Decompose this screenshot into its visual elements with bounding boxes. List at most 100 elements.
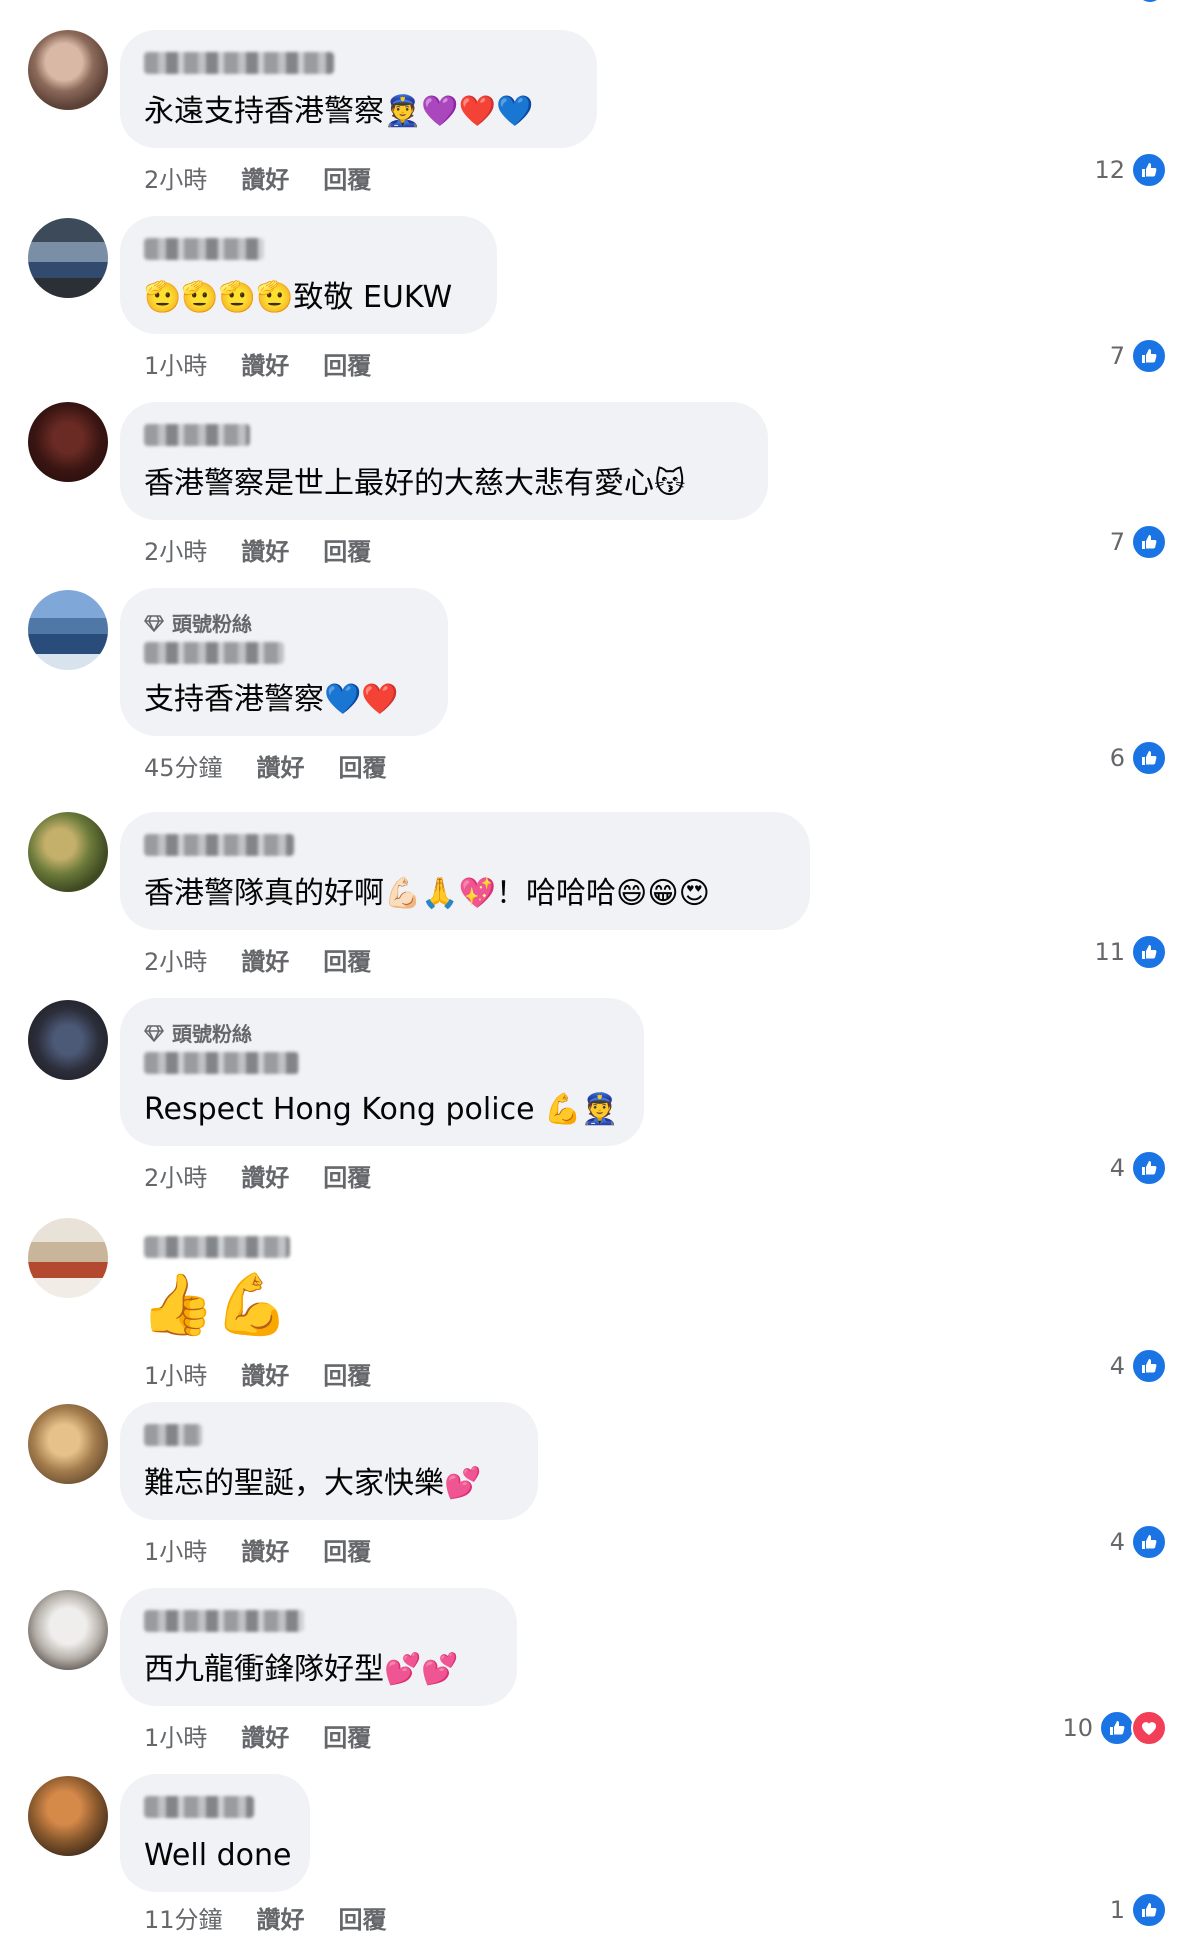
comment-time[interactable]: 2小時 xyxy=(144,160,207,195)
avatar[interactable] xyxy=(28,218,108,298)
like-action[interactable]: 讚好 xyxy=(241,1356,289,1391)
reaction-summary[interactable]: 1 xyxy=(1110,1892,1167,1928)
comment-bubble: 頭號粉絲 Respect Hong Kong police 💪👮 xyxy=(120,998,644,1146)
reaction-count: 10 xyxy=(1062,1714,1093,1742)
comment-bubble: 難忘的聖誕，大家快樂💕 xyxy=(120,1402,538,1520)
comment-time[interactable]: 2小時 xyxy=(144,942,207,977)
reaction-count: 11 xyxy=(1094,938,1125,966)
avatar[interactable] xyxy=(28,1000,108,1080)
comment-meta: 1小時 讚好 回覆 xyxy=(144,1718,371,1753)
diamond-icon xyxy=(144,614,164,632)
like-action[interactable]: 讚好 xyxy=(241,1158,289,1193)
reply-action[interactable]: 回覆 xyxy=(339,748,387,783)
commenter-name[interactable] xyxy=(144,1610,304,1632)
reaction-summary[interactable]: 10 xyxy=(1062,1710,1167,1746)
reaction-count: 4 xyxy=(1109,1352,1125,1380)
avatar[interactable] xyxy=(28,1218,108,1298)
reaction-icon-partial xyxy=(1137,0,1163,2)
reaction-summary[interactable]: 11 xyxy=(1094,934,1167,970)
avatar[interactable] xyxy=(28,1776,108,1856)
thumbs-up-icon xyxy=(1131,1150,1167,1186)
commenter-name[interactable] xyxy=(144,1052,299,1074)
like-action[interactable]: 讚好 xyxy=(241,532,289,567)
reply-action[interactable]: 回覆 xyxy=(323,1356,371,1391)
like-action[interactable]: 讚好 xyxy=(241,346,289,381)
comment-time[interactable]: 1小時 xyxy=(144,346,207,381)
avatar[interactable] xyxy=(28,812,108,892)
reaction-summary[interactable]: 7 xyxy=(1110,338,1167,374)
comment: 頭號粉絲 支持香港警察💙❤️ 45分鐘 讚好 回覆 6 xyxy=(0,588,1191,788)
reply-action[interactable]: 回覆 xyxy=(323,346,371,381)
comment: 香港警察是世上最好的大慈大悲有愛心😽 2小時 讚好 回覆 7 xyxy=(0,402,1191,566)
comment-time[interactable]: 1小時 xyxy=(144,1356,207,1391)
reply-action[interactable]: 回覆 xyxy=(323,160,371,195)
comment-meta: 2小時 讚好 回覆 xyxy=(144,532,371,567)
badge-label: 頭號粉絲 xyxy=(172,612,252,636)
commenter-name[interactable] xyxy=(144,238,264,260)
comment-time[interactable]: 11分鐘 xyxy=(144,1900,223,1935)
comment-bubble: 🫡🫡🫡🫡致敬 EUKW xyxy=(120,216,497,334)
reply-action[interactable]: 回覆 xyxy=(323,1718,371,1753)
reaction-summary[interactable]: 6 xyxy=(1110,740,1167,776)
comment-bubble: 永遠支持香港警察👮💜❤️💙 xyxy=(120,30,597,148)
commenter-name[interactable] xyxy=(144,1796,254,1818)
like-action[interactable]: 讚好 xyxy=(241,160,289,195)
reaction-count: 1 xyxy=(1109,1896,1125,1924)
thumbs-up-icon xyxy=(1131,740,1167,776)
comment-time[interactable]: 1小時 xyxy=(144,1718,207,1753)
commenter-name[interactable] xyxy=(144,642,284,664)
reply-action[interactable]: 回覆 xyxy=(323,942,371,977)
comment-meta: 1小時 讚好 回覆 xyxy=(144,346,371,381)
reaction-summary[interactable]: 7 xyxy=(1110,524,1167,560)
commenter-name[interactable] xyxy=(144,52,334,74)
reaction-count: 12 xyxy=(1094,156,1125,184)
comment-time[interactable]: 1小時 xyxy=(144,1532,207,1567)
comment-text: 支持香港警察💙❤️ xyxy=(144,682,399,717)
like-action[interactable]: 讚好 xyxy=(241,1718,289,1753)
reaction-count: 4 xyxy=(1109,1154,1125,1182)
commenter-name[interactable] xyxy=(144,1236,290,1258)
comment-text: 👍💪 xyxy=(140,1270,290,1340)
like-action[interactable]: 讚好 xyxy=(257,748,305,783)
commenter-name[interactable] xyxy=(144,424,250,446)
thumbs-up-icon xyxy=(1131,152,1167,188)
reply-action[interactable]: 回覆 xyxy=(323,1532,371,1567)
comment-text: 永遠支持香港警察👮💜❤️💙 xyxy=(144,94,534,129)
comment-text: 🫡🫡🫡🫡致敬 EUKW xyxy=(144,280,453,315)
like-action[interactable]: 讚好 xyxy=(241,942,289,977)
reaction-summary[interactable]: 4 xyxy=(1110,1524,1167,1560)
comment: 永遠支持香港警察👮💜❤️💙 2小時 讚好 回覆 12 xyxy=(0,30,1191,194)
reaction-summary[interactable]: 4 xyxy=(1110,1348,1167,1384)
comment-time[interactable]: 2小時 xyxy=(144,1158,207,1193)
avatar[interactable] xyxy=(28,30,108,110)
like-action[interactable]: 讚好 xyxy=(257,1900,305,1935)
like-action[interactable]: 讚好 xyxy=(241,1532,289,1567)
thumbs-up-icon xyxy=(1099,1710,1135,1746)
comment-text: 西九龍衝鋒隊好型💕💕 xyxy=(144,1652,459,1687)
comment-time[interactable]: 45分鐘 xyxy=(144,748,223,783)
reaction-summary[interactable]: 4 xyxy=(1110,1150,1167,1186)
comment-bubble: 香港警察是世上最好的大慈大悲有愛心😽 xyxy=(120,402,768,520)
reply-action[interactable]: 回覆 xyxy=(323,1158,371,1193)
comment: 頭號粉絲 Respect Hong Kong police 💪👮 2小時 讚好 … xyxy=(0,998,1191,1198)
comment-meta: 2小時 讚好 回覆 xyxy=(144,1158,371,1193)
avatar[interactable] xyxy=(28,1590,108,1670)
top-fan-badge: 頭號粉絲 xyxy=(144,608,252,637)
reply-action[interactable]: 回覆 xyxy=(339,1900,387,1935)
reaction-summary[interactable]: 12 xyxy=(1094,152,1167,188)
comment: 🫡🫡🫡🫡致敬 EUKW 1小時 讚好 回覆 7 xyxy=(0,216,1191,380)
thumbs-up-icon xyxy=(1131,1524,1167,1560)
avatar[interactable] xyxy=(28,590,108,670)
comment-meta: 11分鐘 讚好 回覆 xyxy=(144,1900,387,1935)
avatar[interactable] xyxy=(28,1404,108,1484)
thumbs-up-icon xyxy=(1131,1348,1167,1384)
comment-bubble: 西九龍衝鋒隊好型💕💕 xyxy=(120,1588,517,1706)
avatar[interactable] xyxy=(28,402,108,482)
comment-time[interactable]: 2小時 xyxy=(144,532,207,567)
thumbs-up-icon xyxy=(1131,524,1167,560)
commenter-name[interactable] xyxy=(144,834,294,856)
comment-meta: 1小時 讚好 回覆 xyxy=(144,1532,371,1567)
reply-action[interactable]: 回覆 xyxy=(323,532,371,567)
commenter-name[interactable] xyxy=(144,1424,202,1446)
comment-text: Well done xyxy=(144,1838,292,1873)
